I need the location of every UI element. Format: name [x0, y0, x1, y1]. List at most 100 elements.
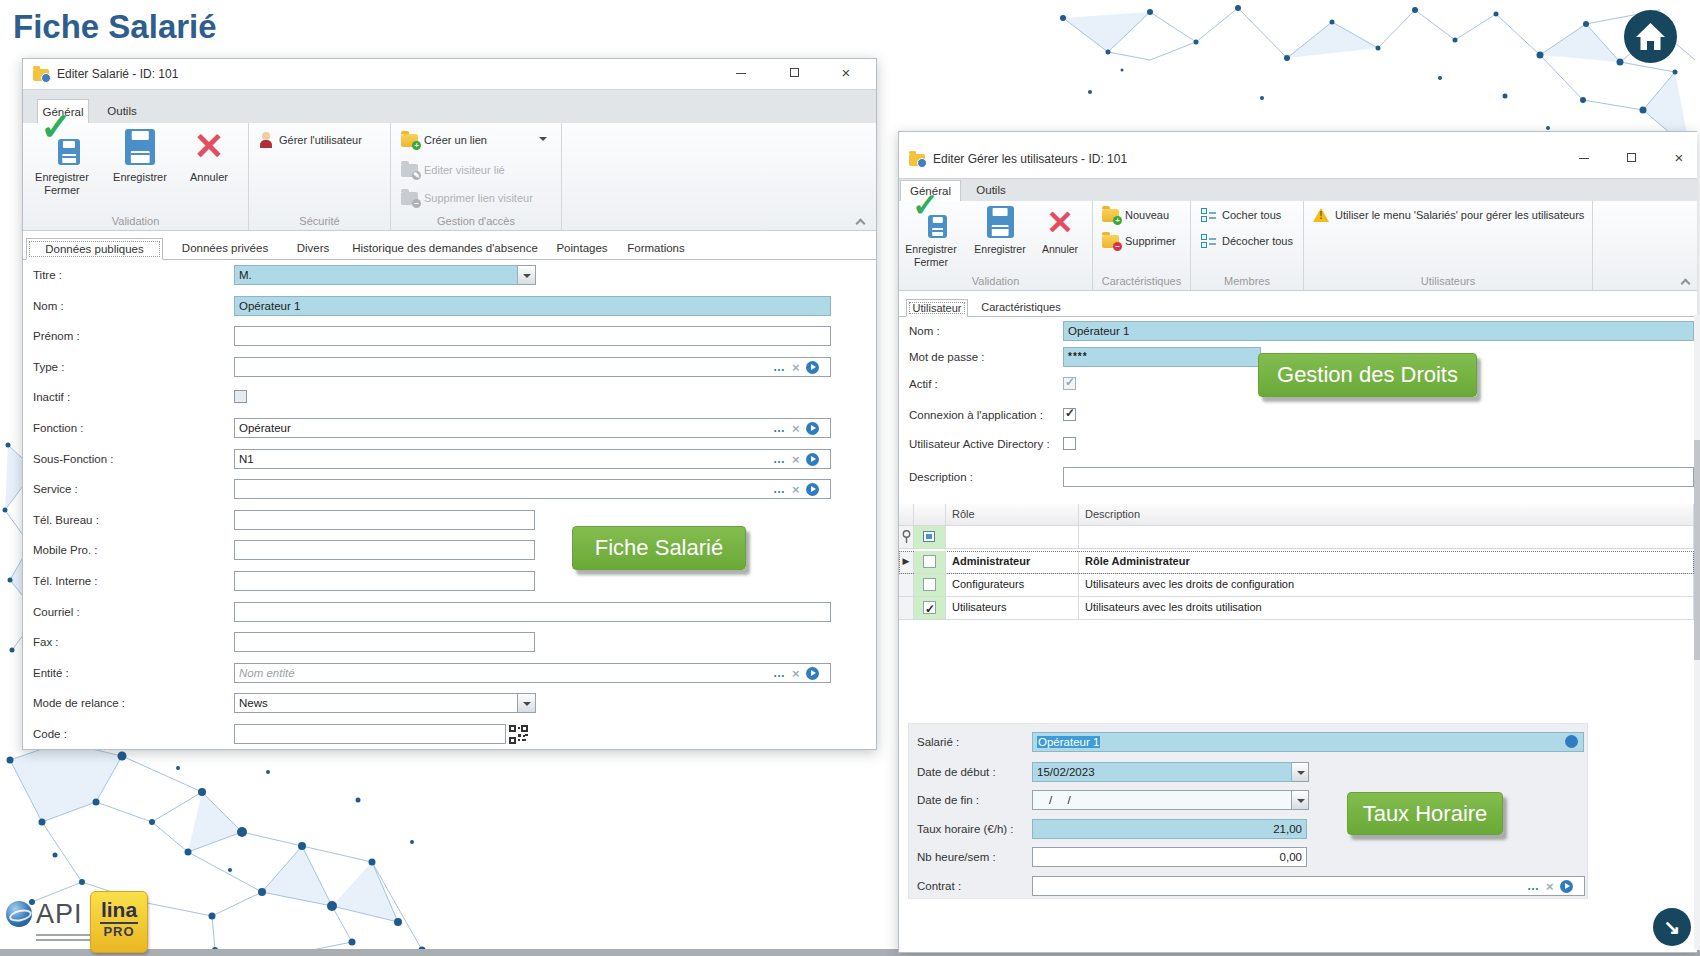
- fax-input[interactable]: [234, 632, 535, 652]
- titre-input[interactable]: M.: [234, 265, 518, 285]
- badge-gestion-droits: Gestion des Droits: [1258, 353, 1477, 397]
- table-row-configurateurs[interactable]: Configurateurs Utilisateurs avec les dro…: [899, 574, 1694, 597]
- maximize-button[interactable]: [1614, 146, 1648, 170]
- go-icon[interactable]: [1560, 880, 1573, 893]
- lookup-icon[interactable]: …: [773, 362, 786, 372]
- taux-horaire-input[interactable]: 21,00: [1032, 819, 1307, 839]
- courriel-input[interactable]: [234, 602, 831, 622]
- description-input[interactable]: [1063, 467, 1694, 487]
- go-icon[interactable]: [806, 667, 819, 680]
- table-row-administrateur[interactable]: ▶ Administrateur Rôle Administrateur: [899, 551, 1694, 574]
- annuler-button[interactable]: ✕ Annuler: [1026, 203, 1094, 256]
- tab-historique[interactable]: Historique des demandes d'absence: [347, 238, 543, 260]
- date-fin-input[interactable]: / /: [1032, 790, 1292, 810]
- go-icon[interactable]: [806, 453, 819, 466]
- lookup-icon[interactable]: …: [773, 668, 786, 678]
- inactif-checkbox[interactable]: [234, 390, 247, 403]
- sous-fonction-input[interactable]: N1: [234, 449, 831, 469]
- clear-icon[interactable]: ×: [792, 482, 800, 497]
- collapse-ribbon-icon[interactable]: [1681, 278, 1689, 286]
- date-fin-dropdown[interactable]: [1292, 790, 1309, 810]
- home-button[interactable]: [1624, 10, 1677, 63]
- supprimer-lien-visiteur-button[interactable]: − Supprimer lien visiteur: [401, 189, 533, 207]
- mode-relance-input[interactable]: News: [234, 693, 518, 713]
- lookup-icon[interactable]: …: [773, 454, 786, 464]
- close-button[interactable]: ×: [829, 61, 863, 85]
- nom-input[interactable]: Opérateur 1: [234, 296, 831, 316]
- fonction-input[interactable]: Opérateur: [234, 418, 831, 438]
- minimize-button[interactable]: [724, 61, 758, 85]
- actif-checkbox[interactable]: [1063, 377, 1076, 390]
- go-icon[interactable]: [806, 483, 819, 496]
- decocher-tous-button[interactable]: Décocher tous: [1201, 232, 1293, 250]
- column-role[interactable]: Rôle: [946, 504, 1079, 526]
- creer-un-lien-button[interactable]: + Créer un lien: [401, 131, 487, 149]
- nb-heure-input[interactable]: 0,00: [1032, 847, 1307, 867]
- salarie-input[interactable]: Opérateur 1: [1032, 732, 1584, 752]
- connexion-checkbox[interactable]: [1063, 408, 1076, 421]
- scrollbar[interactable]: [1694, 315, 1700, 950]
- supprimer-button[interactable]: − Supprimer: [1102, 232, 1176, 250]
- table-row-utilisateurs[interactable]: Utilisateurs Utilisateurs avec les droit…: [899, 597, 1694, 620]
- tab-pointages[interactable]: Pointages: [551, 238, 613, 260]
- cocher-tous-button[interactable]: Cocher tous: [1201, 206, 1281, 224]
- mot-de-passe-input[interactable]: ****: [1063, 347, 1261, 367]
- lookup-icon[interactable]: …: [773, 484, 786, 494]
- gerer-utilisateur-button[interactable]: Gérer l'utilisateur: [259, 131, 362, 149]
- annuler-button[interactable]: ✕ Annuler: [172, 125, 246, 184]
- go-icon[interactable]: [806, 422, 819, 435]
- lookup-icon[interactable]: …: [1527, 881, 1540, 891]
- ribbon-tab-outils[interactable]: Outils: [969, 180, 1013, 201]
- clear-icon[interactable]: ×: [792, 421, 800, 436]
- collapse-ribbon-icon[interactable]: [856, 218, 864, 226]
- mobile-pro-input[interactable]: [234, 540, 535, 560]
- tab-donnees-publiques[interactable]: Données publiques: [26, 238, 163, 260]
- tel-interne-input[interactable]: [234, 571, 535, 591]
- entite-input[interactable]: Nom entité: [234, 663, 831, 683]
- enregistrer-fermer-button[interactable]: ✓ EnregistrerFermer: [25, 125, 99, 197]
- role-checkbox[interactable]: [923, 601, 936, 614]
- clear-icon[interactable]: ×: [792, 452, 800, 467]
- role-checkbox[interactable]: [923, 578, 936, 591]
- go-icon[interactable]: [806, 361, 819, 374]
- filter-button-icon[interactable]: [923, 531, 935, 542]
- clear-icon[interactable]: ×: [1546, 879, 1554, 894]
- tel-bureau-input[interactable]: [234, 510, 535, 530]
- enregistrer-button[interactable]: Enregistrer: [103, 125, 177, 184]
- tab-formations[interactable]: Formations: [621, 238, 691, 260]
- tab-donnees-privees[interactable]: Données privées: [171, 238, 279, 260]
- clear-icon[interactable]: ×: [792, 360, 800, 375]
- scrollbar-thumb[interactable]: [1694, 440, 1700, 660]
- contrat-input[interactable]: [1032, 876, 1585, 896]
- scroll-down-button[interactable]: ↘: [1653, 908, 1691, 946]
- clear-icon[interactable]: ×: [792, 666, 800, 681]
- tab-caracteristiques[interactable]: Caractéristiques: [974, 299, 1068, 317]
- titre-dropdown-button[interactable]: [518, 265, 536, 285]
- close-button[interactable]: ×: [1662, 146, 1696, 170]
- column-description[interactable]: Description: [1079, 504, 1694, 526]
- date-debut-input[interactable]: 15/02/2023: [1032, 762, 1292, 782]
- tab-utilisateur[interactable]: Utilisateur: [906, 299, 968, 317]
- field-sous-fonction: Sous-Fonction : N1 … ×: [23, 449, 876, 469]
- minimize-button[interactable]: [1567, 146, 1601, 170]
- maximize-button[interactable]: [777, 61, 811, 85]
- type-input[interactable]: [234, 357, 831, 377]
- service-input[interactable]: [234, 479, 831, 499]
- qr-code-icon[interactable]: [509, 725, 528, 744]
- date-debut-dropdown[interactable]: [1292, 762, 1309, 782]
- go-icon[interactable]: [1565, 735, 1578, 748]
- ribbon-tab-outils[interactable]: Outils: [99, 99, 145, 123]
- enregistrer-button[interactable]: Enregistrer: [965, 203, 1035, 256]
- tab-divers[interactable]: Divers: [287, 238, 339, 260]
- nom-utilisateur-input[interactable]: Opérateur 1: [1063, 321, 1694, 341]
- lookup-icon[interactable]: …: [773, 423, 786, 433]
- mode-relance-dropdown-button[interactable]: [518, 693, 536, 713]
- dropdown-arrow-icon[interactable]: [539, 137, 547, 141]
- editer-visiteur-lie-button[interactable]: ✎ Editer visiteur lié: [401, 161, 505, 179]
- prenom-input[interactable]: [234, 326, 831, 346]
- role-checkbox[interactable]: [923, 555, 936, 568]
- active-directory-checkbox[interactable]: [1063, 437, 1076, 450]
- nouveau-button[interactable]: + Nouveau: [1102, 206, 1169, 224]
- enregistrer-fermer-button[interactable]: ✓ EnregistrerFermer: [896, 203, 966, 269]
- code-input[interactable]: [234, 724, 506, 744]
